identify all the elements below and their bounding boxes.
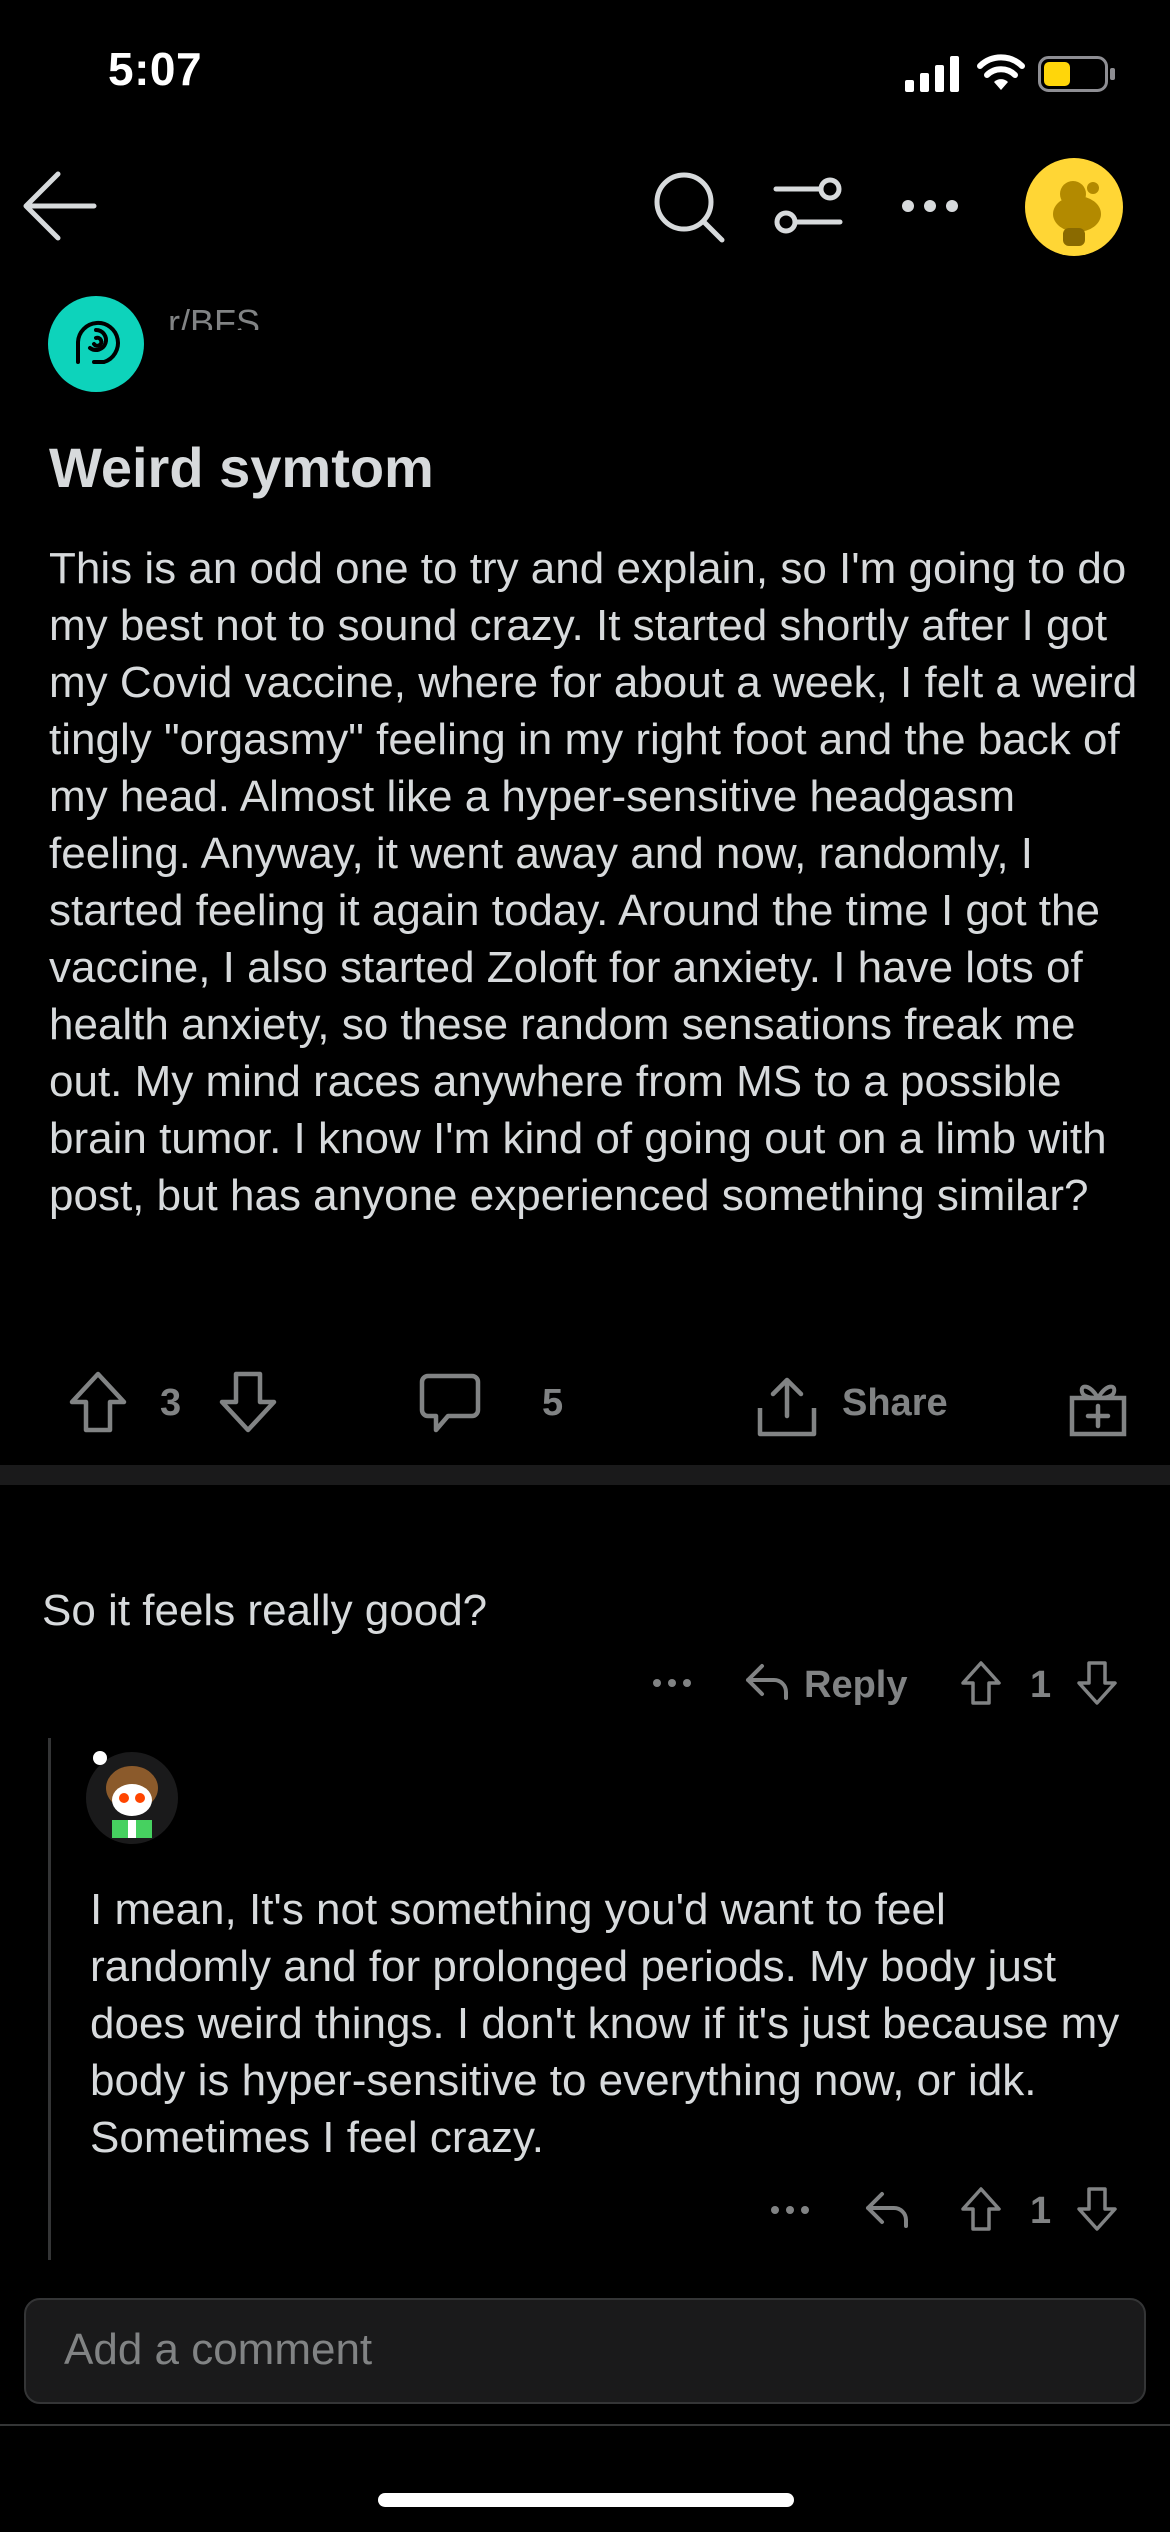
reply-comment-text: I mean, It's not something you'd want to…	[90, 1885, 1120, 2162]
reply-upvote-icon[interactable]	[960, 2186, 1002, 2232]
comment-more-icon[interactable]	[652, 1678, 692, 1688]
post-title: Weird symtom	[49, 436, 434, 499]
share-icon[interactable]	[756, 1376, 818, 1438]
sort-icon[interactable]	[772, 176, 844, 236]
battery-icon	[1038, 56, 1116, 92]
commenter-avatar[interactable]	[84, 1748, 180, 1844]
wifi-icon	[976, 54, 1026, 92]
subreddit-icon[interactable]	[48, 296, 144, 392]
home-indicator[interactable]	[378, 2493, 794, 2507]
reply-more-icon[interactable]	[770, 2205, 810, 2215]
thread-line	[48, 1738, 51, 2260]
comment-icon[interactable]	[418, 1372, 482, 1434]
post-vote-count: 3	[160, 1382, 182, 1424]
award-icon[interactable]	[1068, 1376, 1128, 1438]
bottom-divider	[0, 2424, 1170, 2426]
back-arrow-icon[interactable]	[22, 170, 98, 242]
search-icon[interactable]	[652, 170, 726, 244]
post-upvote-icon[interactable]	[68, 1370, 128, 1434]
subreddit-name[interactable]: r/BFS	[168, 302, 260, 330]
reply-downvote-icon[interactable]	[1076, 2186, 1118, 2232]
reply-icon[interactable]	[744, 1660, 790, 1702]
comment-text: So it feels really good?	[42, 1586, 488, 1635]
share-button[interactable]: Share	[842, 1382, 948, 1425]
add-comment-placeholder: Add a comment	[64, 2325, 373, 2374]
comment-downvote-icon[interactable]	[1076, 1660, 1118, 1706]
user-avatar[interactable]	[1025, 158, 1123, 256]
reply-vote-count: 1	[1030, 2190, 1052, 2232]
signal-icon	[905, 56, 961, 92]
comment-vote-count: 1	[1030, 1664, 1052, 1706]
reply-button[interactable]: Reply	[804, 1664, 907, 1707]
reply-reply-icon[interactable]	[864, 2188, 910, 2230]
status-time: 5:07	[108, 43, 203, 95]
comment-upvote-icon[interactable]	[960, 1660, 1002, 1706]
post-divider	[0, 1465, 1170, 1485]
post-body: This is an odd one to try and explain, s…	[49, 544, 1138, 1220]
post-downvote-icon[interactable]	[218, 1370, 278, 1434]
more-icon[interactable]	[900, 198, 960, 214]
post-comment-count: 5	[542, 1382, 564, 1424]
